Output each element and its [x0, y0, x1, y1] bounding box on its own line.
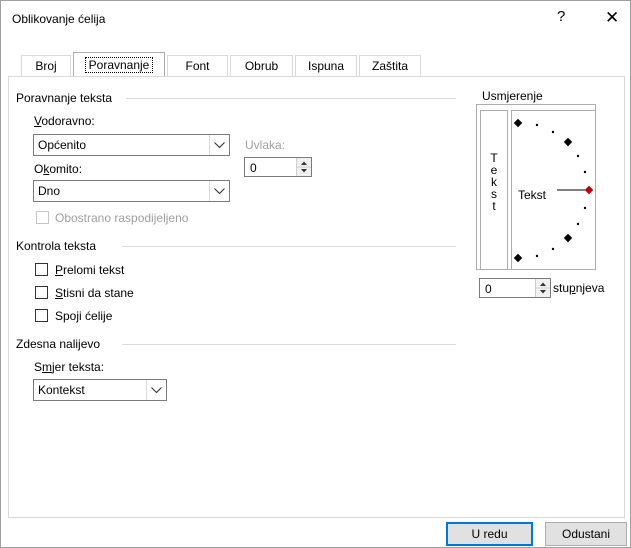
justify-distributed-checkbox[interactable] — [36, 211, 49, 224]
spinner-buttons[interactable] — [296, 158, 311, 176]
horizontal-label: Vodoravno: — [34, 114, 95, 128]
close-icon[interactable]: ✕ — [605, 8, 619, 28]
tab-broj[interactable]: Broj — [21, 55, 71, 76]
tab-label: Poravnanje — [84, 57, 154, 73]
degrees-spinner[interactable]: 0 — [479, 278, 551, 298]
dialog-title: Oblikovanje ćelija — [12, 12, 106, 26]
tab-label: Broj — [35, 59, 57, 73]
group-title-rtl: Zdesna nalijevo — [16, 337, 101, 351]
degrees-label: stupnjeva — [553, 281, 605, 295]
tab-label: Ispuna — [307, 59, 345, 73]
orientation-sample-text: Tekst — [518, 188, 547, 202]
group-title-alignment: Poravnanje teksta — [16, 91, 113, 105]
text-direction-value: Kontekst — [38, 383, 85, 397]
vertical-text-label: T e k s t — [490, 151, 498, 213]
chevron-down-icon — [209, 135, 229, 155]
tab-label: Font — [185, 59, 210, 73]
group-divider — [122, 246, 456, 247]
chevron-down-icon — [209, 181, 229, 201]
merge-cells-checkbox[interactable] — [35, 309, 48, 322]
help-button[interactable]: ? — [557, 8, 565, 25]
tab-zastita[interactable]: Zaštita — [359, 55, 421, 76]
text-direction-select[interactable]: Kontekst — [33, 379, 167, 401]
tab-poravnanje[interactable]: Poravnanje — [73, 52, 165, 77]
horizontal-alignment-select[interactable]: Općenito — [33, 134, 230, 156]
tab-obrub[interactable]: Obrub — [230, 55, 293, 76]
vertical-alignment-select[interactable]: Dno — [33, 180, 230, 202]
group-divider — [126, 98, 456, 99]
vertical-label: Okomito: — [34, 162, 83, 176]
merge-cells-label: Spoji ćelije — [55, 309, 113, 323]
tab-label: Obrub — [244, 59, 279, 73]
ok-button[interactable]: U redu — [446, 522, 533, 546]
group-title-orientation: Usmjerenje — [479, 89, 546, 103]
group-title-text-control: Kontrola teksta — [16, 239, 97, 253]
chevron-down-icon — [146, 380, 166, 400]
text-direction-label: Smjer teksta: — [34, 360, 105, 374]
indent-spinner[interactable]: 0 — [244, 157, 312, 177]
shrink-to-fit-label: Stisni da stane — [55, 286, 134, 300]
tab-font[interactable]: Font — [167, 55, 228, 76]
degrees-value: 0 — [485, 282, 492, 296]
indent-label: Uvlaka: — [245, 138, 286, 152]
shrink-to-fit-checkbox[interactable] — [35, 286, 48, 299]
tab-label: Zaštita — [371, 59, 408, 73]
cancel-button[interactable]: Odustani — [545, 522, 627, 546]
indent-value: 0 — [250, 161, 257, 175]
wrap-text-checkbox[interactable] — [35, 263, 48, 276]
tab-ispuna[interactable]: Ispuna — [295, 55, 357, 76]
spinner-buttons[interactable] — [535, 279, 550, 297]
vertical-alignment-value: Dno — [38, 184, 61, 198]
group-divider — [122, 344, 456, 345]
wrap-text-label: Prelomi tekst — [55, 263, 125, 277]
justify-distributed-label: Obostrano raspodijeljeno — [55, 211, 189, 225]
horizontal-alignment-value: Općenito — [38, 138, 87, 152]
